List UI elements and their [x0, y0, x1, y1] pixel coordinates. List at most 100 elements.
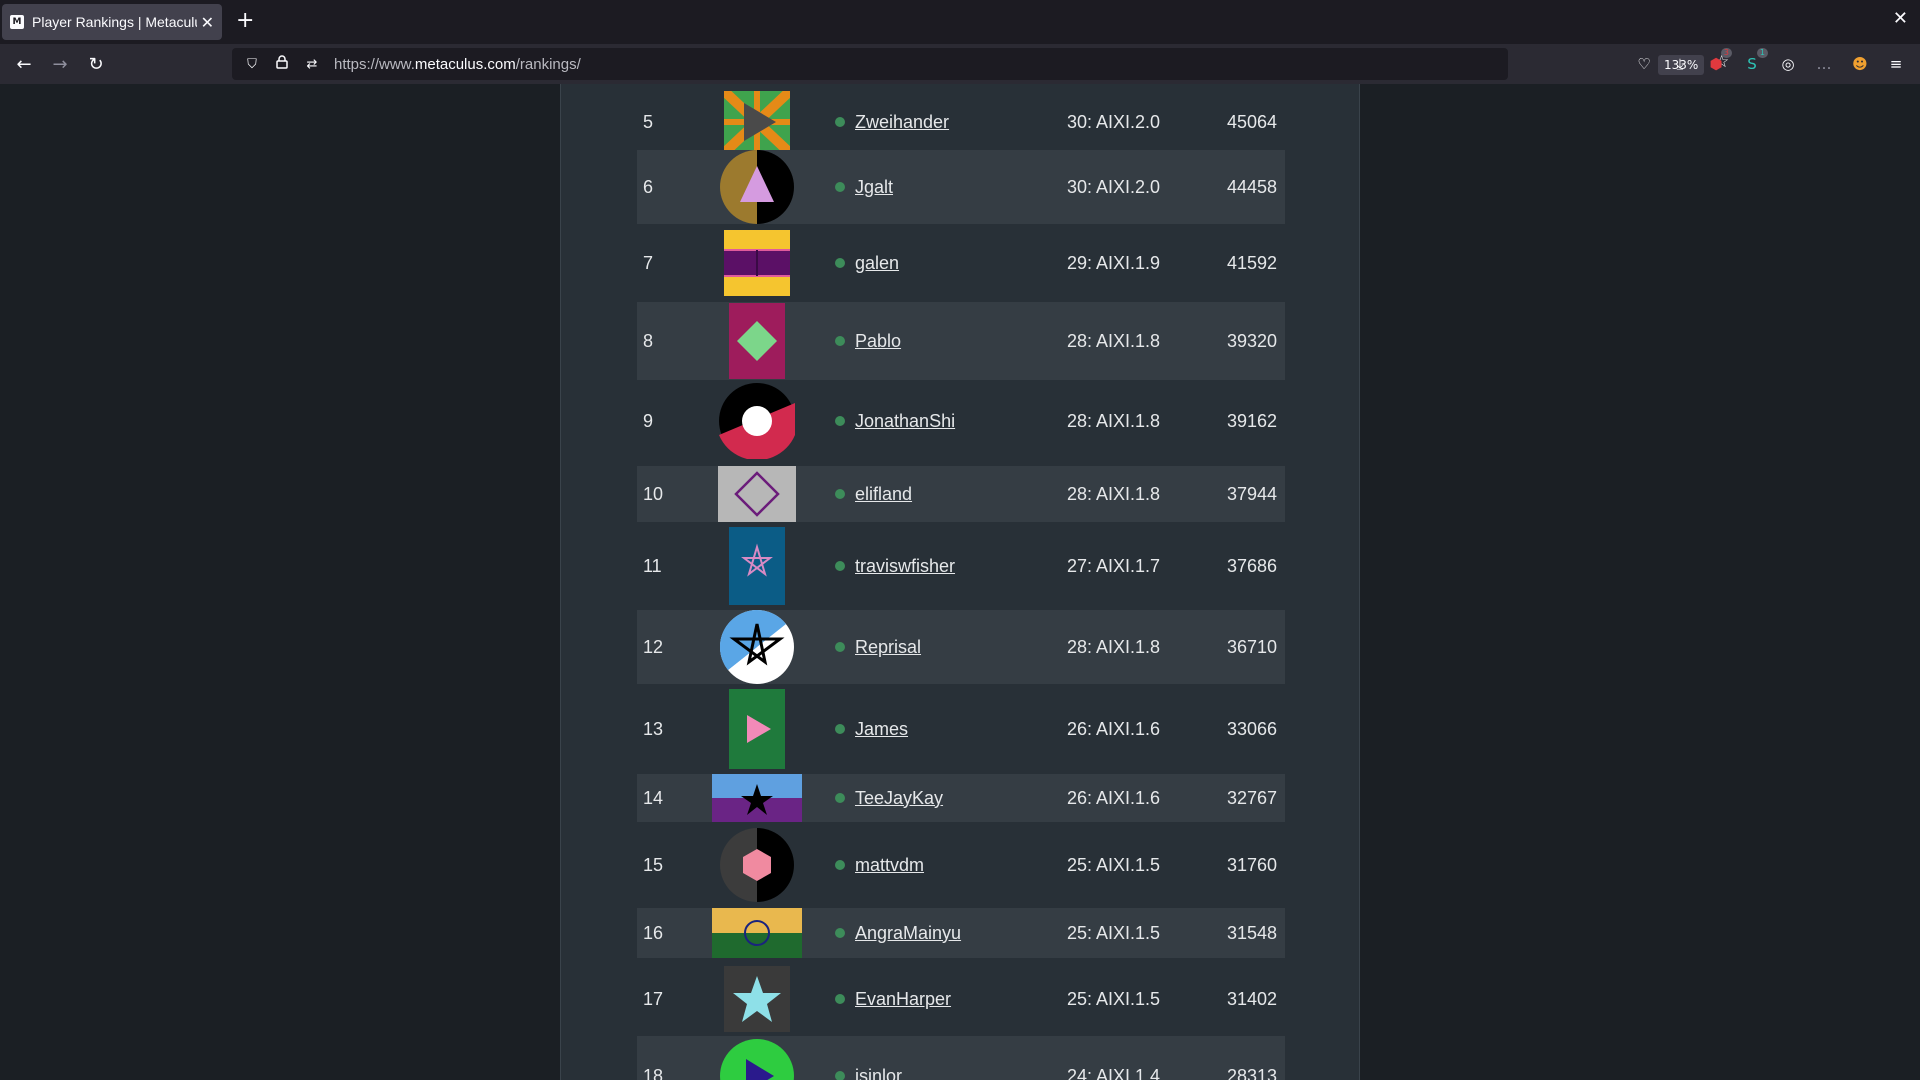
- player-level: 29: AIXI.1.9: [1067, 252, 1161, 273]
- permissions-icon[interactable]: ⇄: [302, 57, 322, 72]
- player-level: 28: AIXI.1.8: [1067, 330, 1161, 351]
- rank-number: 13: [643, 718, 664, 739]
- navigation-bar: ← → ↻ ⛉ ⇄ https://www.metaculus.com/rank…: [0, 44, 1920, 84]
- player-name-link[interactable]: Zweihander: [855, 112, 949, 133]
- rank-number: 7: [643, 252, 654, 273]
- player-name-link[interactable]: mattvdm: [855, 855, 924, 876]
- rank-number: 11: [643, 555, 662, 576]
- player-name-link[interactable]: Jgalt: [855, 177, 893, 198]
- player-avatar-icon: [719, 383, 795, 459]
- shield-icon[interactable]: ⛉: [242, 57, 262, 72]
- ranking-row: 14 TeeJayKay 26: AIXI.1.6 32767: [637, 774, 1285, 822]
- player-points: 31760: [1227, 854, 1278, 875]
- status-dot: [835, 860, 845, 870]
- player-level: 25: AIXI.1.5: [1067, 988, 1161, 1009]
- rank-number: 18: [643, 1065, 664, 1080]
- player-name-link[interactable]: galen: [855, 253, 899, 274]
- status-dot: [835, 793, 845, 803]
- rank-number: 10: [643, 483, 664, 504]
- status-dot: [835, 489, 845, 499]
- glasses-extension-icon[interactable]: ◎: [1776, 52, 1800, 76]
- player-name-link[interactable]: EvanHarper: [855, 989, 951, 1010]
- player-level: 24: AIXI.1.4: [1067, 1065, 1161, 1080]
- ranking-row: 10 elifland 28: AIXI.1.8 37944: [637, 466, 1285, 522]
- player-name-link[interactable]: isinlor: [855, 1066, 902, 1080]
- menu-hamburger-icon[interactable]: ≡: [1884, 52, 1908, 76]
- player-points: 37686: [1227, 555, 1278, 576]
- reload-icon[interactable]: ↻: [84, 52, 108, 76]
- player-level: 26: AIXI.1.6: [1067, 787, 1161, 808]
- pocket-icon[interactable]: ♡: [1632, 52, 1656, 76]
- player-avatar-icon: [720, 610, 794, 684]
- player-name-link[interactable]: James: [855, 719, 908, 740]
- tab-close-icon[interactable]: ✕: [201, 13, 214, 32]
- player-points: 32767: [1227, 787, 1278, 808]
- player-level: 28: AIXI.1.8: [1067, 410, 1161, 431]
- rank-number: 8: [643, 330, 654, 351]
- url-domain: metaculus.com: [414, 55, 516, 73]
- player-name-link[interactable]: Pablo: [855, 331, 901, 352]
- player-name-link[interactable]: Reprisal: [855, 637, 921, 658]
- lock-icon[interactable]: [272, 55, 292, 73]
- url-path: /rankings/: [515, 55, 581, 73]
- forward-arrow-icon[interactable]: →: [48, 52, 72, 76]
- ranking-row: 6 Jgalt 30: AIXI.2.0 44458: [637, 150, 1285, 224]
- player-level: 27: AIXI.1.7: [1067, 555, 1161, 576]
- player-level: 25: AIXI.1.5: [1067, 922, 1161, 943]
- rank-number: 6: [643, 176, 654, 197]
- player-avatar-icon: [712, 774, 802, 822]
- s-extension-icon[interactable]: S1: [1740, 48, 1768, 76]
- window-close-icon[interactable]: ✕: [1893, 8, 1908, 29]
- player-level: 28: AIXI.1.8: [1067, 483, 1161, 504]
- status-dot: [835, 928, 845, 938]
- player-avatar-icon: [724, 91, 790, 153]
- ranking-row: 16 AngraMainyu 25: AIXI.1.5 31548: [637, 908, 1285, 958]
- status-dot: [835, 561, 845, 571]
- player-name-link[interactable]: AngraMainyu: [855, 923, 961, 944]
- status-dot: [835, 336, 845, 346]
- player-name-link[interactable]: JonathanShi: [855, 411, 955, 432]
- url-bar[interactable]: ⛉ ⇄ https://www.metaculus.com/rankings/ …: [232, 48, 1729, 80]
- status-dot: [835, 994, 845, 1004]
- player-level: 25: AIXI.1.5: [1067, 854, 1161, 875]
- download-icon[interactable]: ⤓: [1668, 52, 1692, 76]
- player-points: 37944: [1227, 483, 1278, 504]
- rank-number: 5: [643, 111, 654, 132]
- metaculus-favicon-icon: M: [10, 15, 24, 29]
- ublock-extension-icon[interactable]: ⬢ 3: [1704, 48, 1732, 76]
- player-level: 28: AIXI.1.8: [1067, 636, 1161, 657]
- ublock-badge: 3: [1720, 48, 1732, 58]
- ranking-row: 17 EvanHarper 25: AIXI.1.5 31402: [637, 960, 1285, 1038]
- player-name-link[interactable]: elifland: [855, 484, 912, 505]
- player-avatar-icon: [720, 828, 794, 902]
- rank-number: 16: [643, 922, 664, 943]
- player-points: 31548: [1227, 922, 1278, 943]
- status-dot: [835, 182, 845, 192]
- url-text[interactable]: https://www.metaculus.com/rankings/: [334, 56, 581, 73]
- rankings-panel: 5 Zweihander 30: AIXI.2.0 45064 6 Jgalt …: [560, 84, 1360, 1080]
- monkey-extension-icon[interactable]: ☻: [1848, 52, 1872, 76]
- player-avatar-icon: [729, 303, 785, 379]
- player-points: 39162: [1227, 410, 1278, 431]
- player-avatar-icon: [724, 230, 790, 296]
- translate-extension-icon[interactable]: …: [1812, 52, 1836, 76]
- player-points: 33066: [1227, 718, 1278, 739]
- player-points: 41592: [1227, 252, 1278, 273]
- tab-player-rankings[interactable]: M Player Rankings | Metaculus ✕: [2, 4, 222, 40]
- s-extension-badge: 1: [1756, 48, 1768, 58]
- rank-number: 15: [643, 854, 664, 875]
- url-prefix: https://www.: [334, 55, 415, 73]
- new-tab-plus-icon[interactable]: +: [236, 8, 254, 34]
- ranking-row: 8 Pablo 28: AIXI.1.8 39320: [637, 302, 1285, 380]
- player-name-link[interactable]: TeeJayKay: [855, 788, 943, 809]
- status-dot: [835, 642, 845, 652]
- player-points: 45064: [1227, 111, 1278, 132]
- player-name-link[interactable]: traviswfisher: [855, 556, 955, 577]
- player-points: 36710: [1227, 636, 1278, 657]
- rank-number: 12: [643, 636, 664, 657]
- status-dot: [835, 724, 845, 734]
- status-dot: [835, 416, 845, 426]
- ranking-row: 11 traviswfisher 27: AIXI.1.7 37686: [637, 526, 1285, 606]
- back-arrow-icon[interactable]: ←: [12, 52, 36, 76]
- player-level: 30: AIXI.2.0: [1067, 111, 1161, 132]
